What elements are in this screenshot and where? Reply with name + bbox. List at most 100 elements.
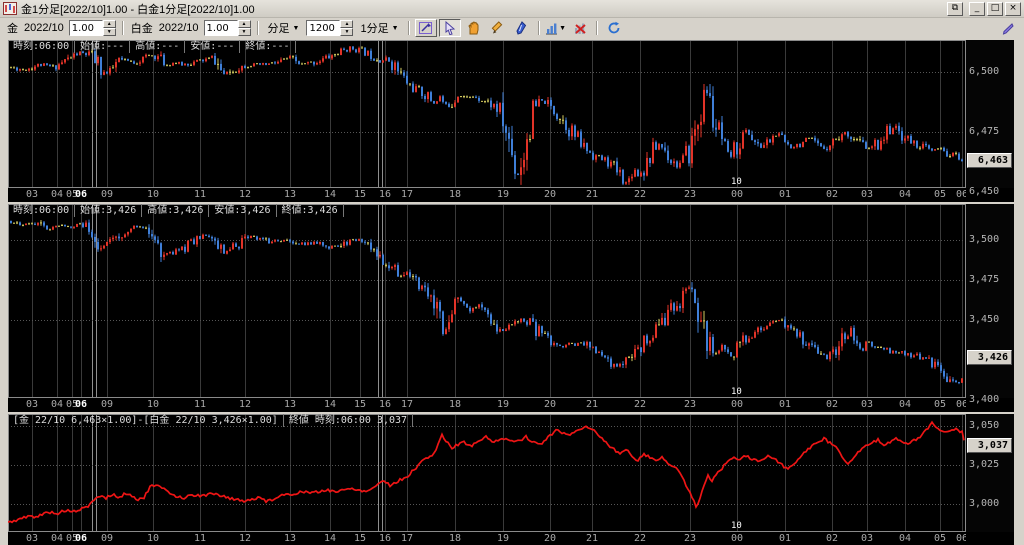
x-axis-label: 23 (678, 399, 702, 410)
crosshair-chart-tool-button[interactable] (415, 19, 437, 37)
restore-window-button[interactable]: ⧉ (947, 2, 963, 16)
x-axis-label: 00 (725, 533, 749, 544)
maximize-button[interactable]: □ (987, 2, 1003, 16)
x-axis-label: 16 (373, 189, 397, 200)
x-axis-label: 01 (773, 399, 797, 410)
chart-delete-x-icon (573, 22, 587, 35)
header-field: 時刻:06:00 (8, 204, 75, 217)
x-axis-label: 01 (773, 533, 797, 544)
interval-type-dropdown[interactable]: 分足▼ (265, 19, 303, 37)
minimize-button[interactable]: _ (969, 2, 985, 16)
x-axis-label: 05 (928, 533, 952, 544)
gold-multiplier-input[interactable] (69, 20, 103, 36)
platinum-multiplier-input[interactable] (204, 20, 238, 36)
day-label: 10 (731, 521, 742, 531)
bar-count-up-button[interactable]: ▲ (340, 20, 353, 28)
title-bar[interactable]: 金1分足[2022/10]1.00 - 白金1分足[2022/10]1.00 ⧉… (0, 0, 1024, 18)
properties-pen-button[interactable] (996, 19, 1018, 37)
platinum-symbol-label: 白金 (131, 20, 153, 36)
platinum-time-axis[interactable]: 0304050609101112131415161718192021222300… (8, 398, 966, 412)
x-axis-label: 17 (395, 533, 419, 544)
gold-mult-down-button[interactable]: ▼ (103, 28, 116, 36)
gold-chart-plot[interactable]: 10 (8, 40, 966, 188)
x-axis-label: 18 (443, 533, 467, 544)
x-axis-label: 15 (348, 399, 372, 410)
gold-mult-up-button[interactable]: ▲ (103, 20, 116, 28)
x-axis-label: 03 (855, 189, 879, 200)
header-field: 高値:3,426 (142, 204, 209, 217)
close-button[interactable]: × (1005, 2, 1021, 16)
platinum-contract-month: 2022/10 (159, 22, 199, 34)
x-axis-label: 02 (820, 189, 844, 200)
chevron-down-icon: ▼ (392, 25, 399, 32)
delete-chart-button[interactable] (569, 19, 591, 37)
select-arrow-tool-button[interactable] (439, 19, 461, 37)
x-axis-label: 10 (141, 189, 165, 200)
pencil-draw-tool-button[interactable] (487, 19, 509, 37)
x-axis-label: 21 (580, 533, 604, 544)
platinum-price-axis[interactable]: 3,5003,4753,4503,4003,426 (966, 204, 1014, 398)
x-axis-label: 17 (395, 189, 419, 200)
x-axis-label: 01 (773, 189, 797, 200)
x-axis-label: 00 (725, 189, 749, 200)
x-axis-label: 06 (69, 399, 93, 410)
x-axis-label: 22 (628, 533, 652, 544)
day-label: 10 (731, 387, 742, 397)
y-axis-label: 6,500 (969, 66, 999, 77)
x-axis-label: 21 (580, 399, 604, 410)
toolbar-separator (408, 21, 410, 35)
header-field: 高値:--- (130, 40, 185, 53)
x-axis-label: 04 (893, 189, 917, 200)
spread-chart-header: [金 22/10 6,463×1.00]-[白金 22/10 3,426×1.0… (8, 414, 413, 427)
toolbar-separator (538, 21, 540, 35)
x-axis-label: 18 (443, 399, 467, 410)
gold-multiplier-spinner: ▲ ▼ (69, 20, 116, 36)
y-axis-label: 3,025 (969, 459, 999, 470)
spread-chart-plot[interactable]: 10 (8, 414, 966, 532)
x-axis-label: 03 (20, 189, 44, 200)
bar-count-input[interactable] (306, 20, 340, 36)
x-axis-label: 03 (855, 399, 879, 410)
spread-price-axis[interactable]: 3,0503,0253,0003,037 (966, 414, 1014, 532)
x-axis-label: 13 (278, 189, 302, 200)
x-axis-label: 06 (950, 189, 966, 200)
y-axis-label: 3,500 (969, 234, 999, 245)
bar-count-spinner: ▲ ▼ (306, 20, 353, 36)
y-axis-label: 3,000 (969, 498, 999, 509)
gold-time-axis[interactable]: 0304050609101112131415161718192021222300… (8, 188, 966, 202)
x-axis-label: 10 (141, 533, 165, 544)
platinum-chart-plot[interactable]: 10 (8, 204, 966, 398)
pen-annotate-tool-button[interactable] (511, 19, 533, 37)
platinum-mult-up-button[interactable]: ▲ (238, 20, 251, 28)
spread-time-axis[interactable]: 0304050609101112131415161718192021222300… (8, 532, 966, 545)
x-axis-label: 06 (69, 533, 93, 544)
header-field: 終値:--- (240, 40, 295, 53)
x-axis-label: 02 (820, 533, 844, 544)
gold-chart-header: 時刻:06:00始値:---高値:---安値:---終値:--- (8, 40, 296, 53)
platinum-mult-down-button[interactable]: ▼ (238, 28, 251, 36)
x-axis-label: 14 (318, 399, 342, 410)
chart-type-dropdown-button[interactable]: ▼ (545, 19, 567, 37)
pencil-icon (491, 21, 505, 35)
period-dropdown[interactable]: 1分足▼ (357, 19, 401, 37)
x-axis-label: 23 (678, 533, 702, 544)
x-axis-label: 16 (373, 533, 397, 544)
x-axis-label: 13 (278, 399, 302, 410)
x-axis-label: 14 (318, 189, 342, 200)
x-axis-label: 03 (20, 533, 44, 544)
refresh-button[interactable] (603, 19, 625, 37)
x-axis-label: 16 (373, 399, 397, 410)
x-axis-label: 00 (725, 399, 749, 410)
x-axis-label: 12 (233, 189, 257, 200)
current-price-box: 6,463 (967, 153, 1012, 168)
gold-price-axis[interactable]: 6,5006,4756,4506,463 (966, 40, 1014, 188)
y-axis-label: 3,400 (969, 394, 999, 405)
pan-hand-tool-button[interactable] (463, 19, 485, 37)
crosshair-chart-icon (418, 21, 434, 35)
x-axis-label: 23 (678, 189, 702, 200)
select-arrow-icon (443, 21, 457, 35)
x-axis-label: 20 (538, 189, 562, 200)
x-axis-label: 19 (491, 533, 515, 544)
hand-icon (467, 21, 481, 35)
bar-count-down-button[interactable]: ▼ (340, 28, 353, 36)
